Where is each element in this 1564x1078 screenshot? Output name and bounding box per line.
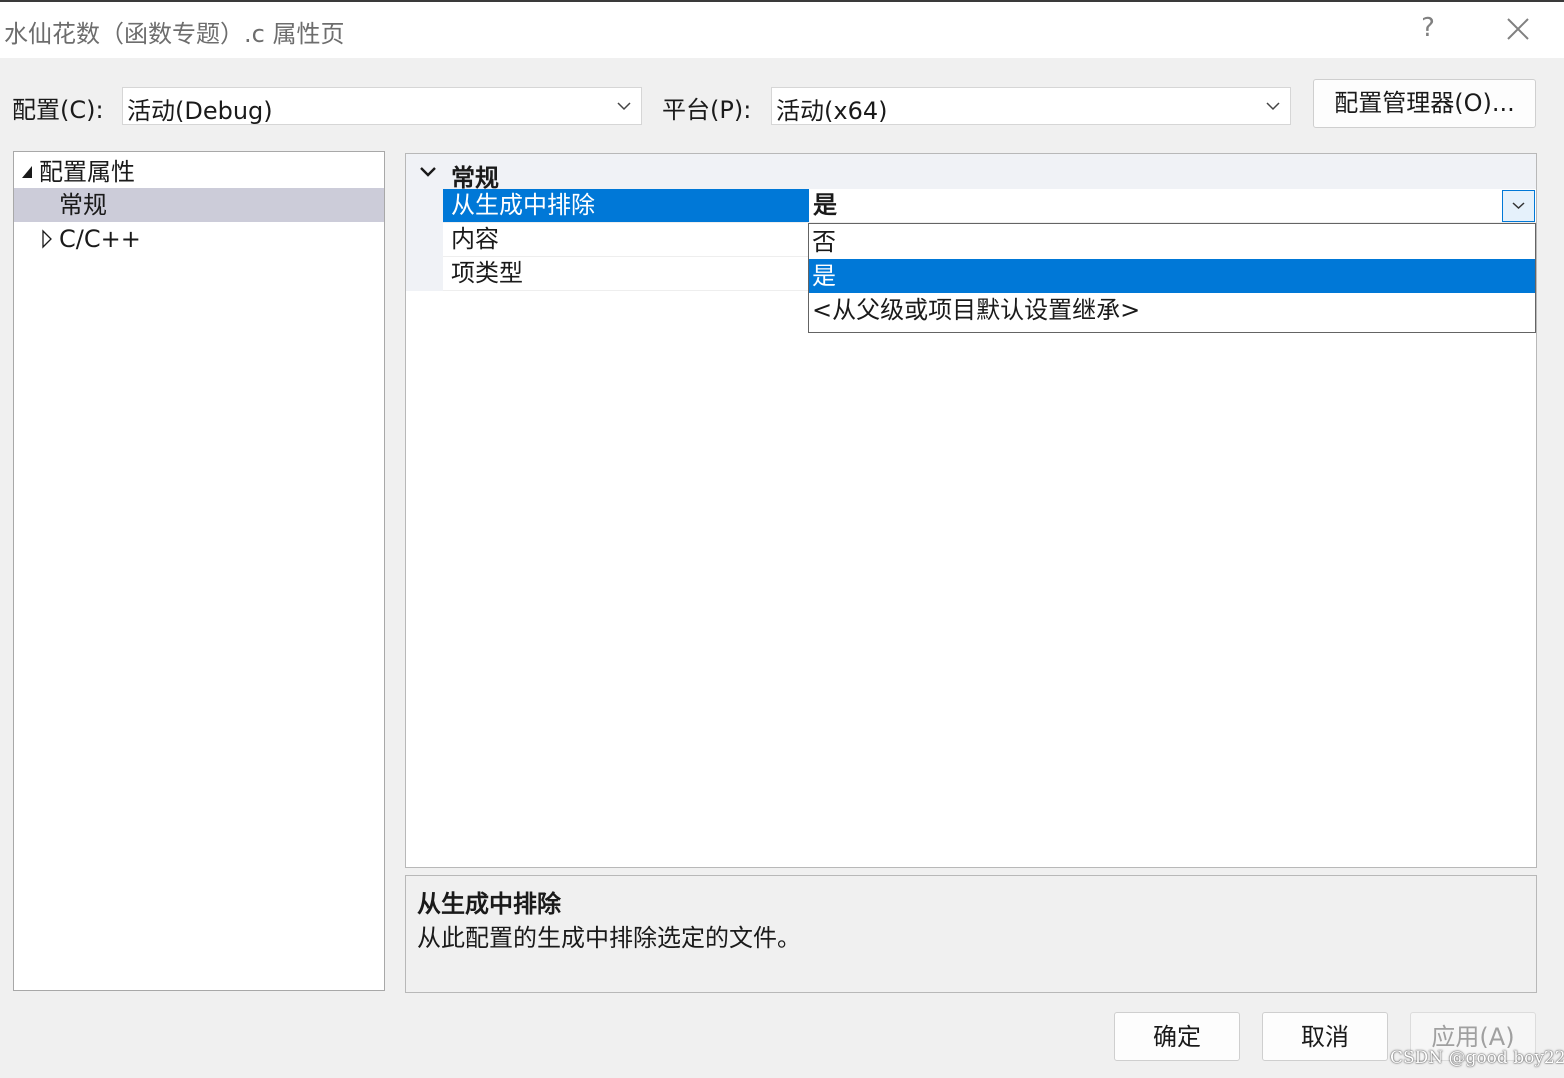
- description-panel: 从生成中排除 从此配置的生成中排除选定的文件。: [405, 875, 1537, 993]
- help-button[interactable]: ?: [1414, 12, 1442, 44]
- property-name: 从生成中排除: [443, 189, 809, 222]
- title-bar: 水仙花数（函数专题）.c 属性页 ?: [0, 0, 1564, 58]
- grid-gutter: [406, 189, 443, 291]
- window-top-border: [0, 0, 1564, 2]
- property-row-exclude-from-build[interactable]: 从生成中排除 是: [443, 189, 1536, 223]
- chevron-down-icon: [617, 102, 631, 111]
- platform-select[interactable]: 活动(x64): [771, 87, 1291, 125]
- value-dropdown-button[interactable]: [1502, 190, 1535, 222]
- dropdown-option-no[interactable]: 否: [809, 225, 1535, 259]
- description-text: 从此配置的生成中排除选定的文件。: [417, 924, 801, 952]
- tree-item-label: 配置属性: [39, 158, 135, 186]
- dropdown-option-yes[interactable]: 是: [809, 259, 1535, 293]
- cancel-button[interactable]: 取消: [1262, 1012, 1388, 1061]
- tree-item-cpp[interactable]: C/C++: [14, 222, 384, 256]
- watermark: CSDN @good boy221: [1390, 1048, 1564, 1068]
- config-label: 配置(C):: [12, 96, 104, 124]
- category-label: 常规: [451, 164, 499, 192]
- window-title: 水仙花数（函数专题）.c 属性页: [4, 20, 345, 48]
- ok-button[interactable]: 确定: [1114, 1012, 1240, 1061]
- property-name: 项类型: [451, 259, 523, 287]
- config-select[interactable]: 活动(Debug): [122, 87, 642, 125]
- tree-item-label: C/C++: [59, 225, 141, 253]
- value-dropdown-list: 否 是 <从父级或项目默认设置继承>: [808, 223, 1536, 333]
- property-name: 内容: [451, 225, 499, 253]
- platform-label: 平台(P):: [662, 96, 752, 124]
- category-header[interactable]: 常规: [406, 154, 1536, 192]
- description-title: 从生成中排除: [417, 890, 561, 918]
- expanded-triangle-icon[interactable]: [20, 155, 34, 189]
- property-tree: 配置属性 常规 C/C++: [13, 151, 385, 991]
- tree-item-label: 常规: [59, 191, 107, 219]
- dropdown-option-inherit[interactable]: <从父级或项目默认设置继承>: [809, 293, 1535, 327]
- tree-item-config-properties[interactable]: 配置属性: [14, 155, 384, 189]
- config-manager-button[interactable]: 配置管理器(O)...: [1313, 79, 1536, 128]
- close-button[interactable]: [1496, 12, 1540, 46]
- property-value[interactable]: 是: [809, 189, 1503, 222]
- platform-select-value: 活动(x64): [776, 97, 888, 125]
- chevron-down-icon: [1266, 102, 1280, 111]
- config-select-value: 活动(Debug): [127, 97, 273, 125]
- chevron-down-icon[interactable]: [418, 162, 438, 182]
- chevron-down-icon: [1512, 202, 1525, 210]
- tree-item-general[interactable]: 常规: [14, 188, 384, 222]
- close-icon: [1507, 18, 1529, 40]
- collapsed-triangle-icon[interactable]: [40, 222, 54, 256]
